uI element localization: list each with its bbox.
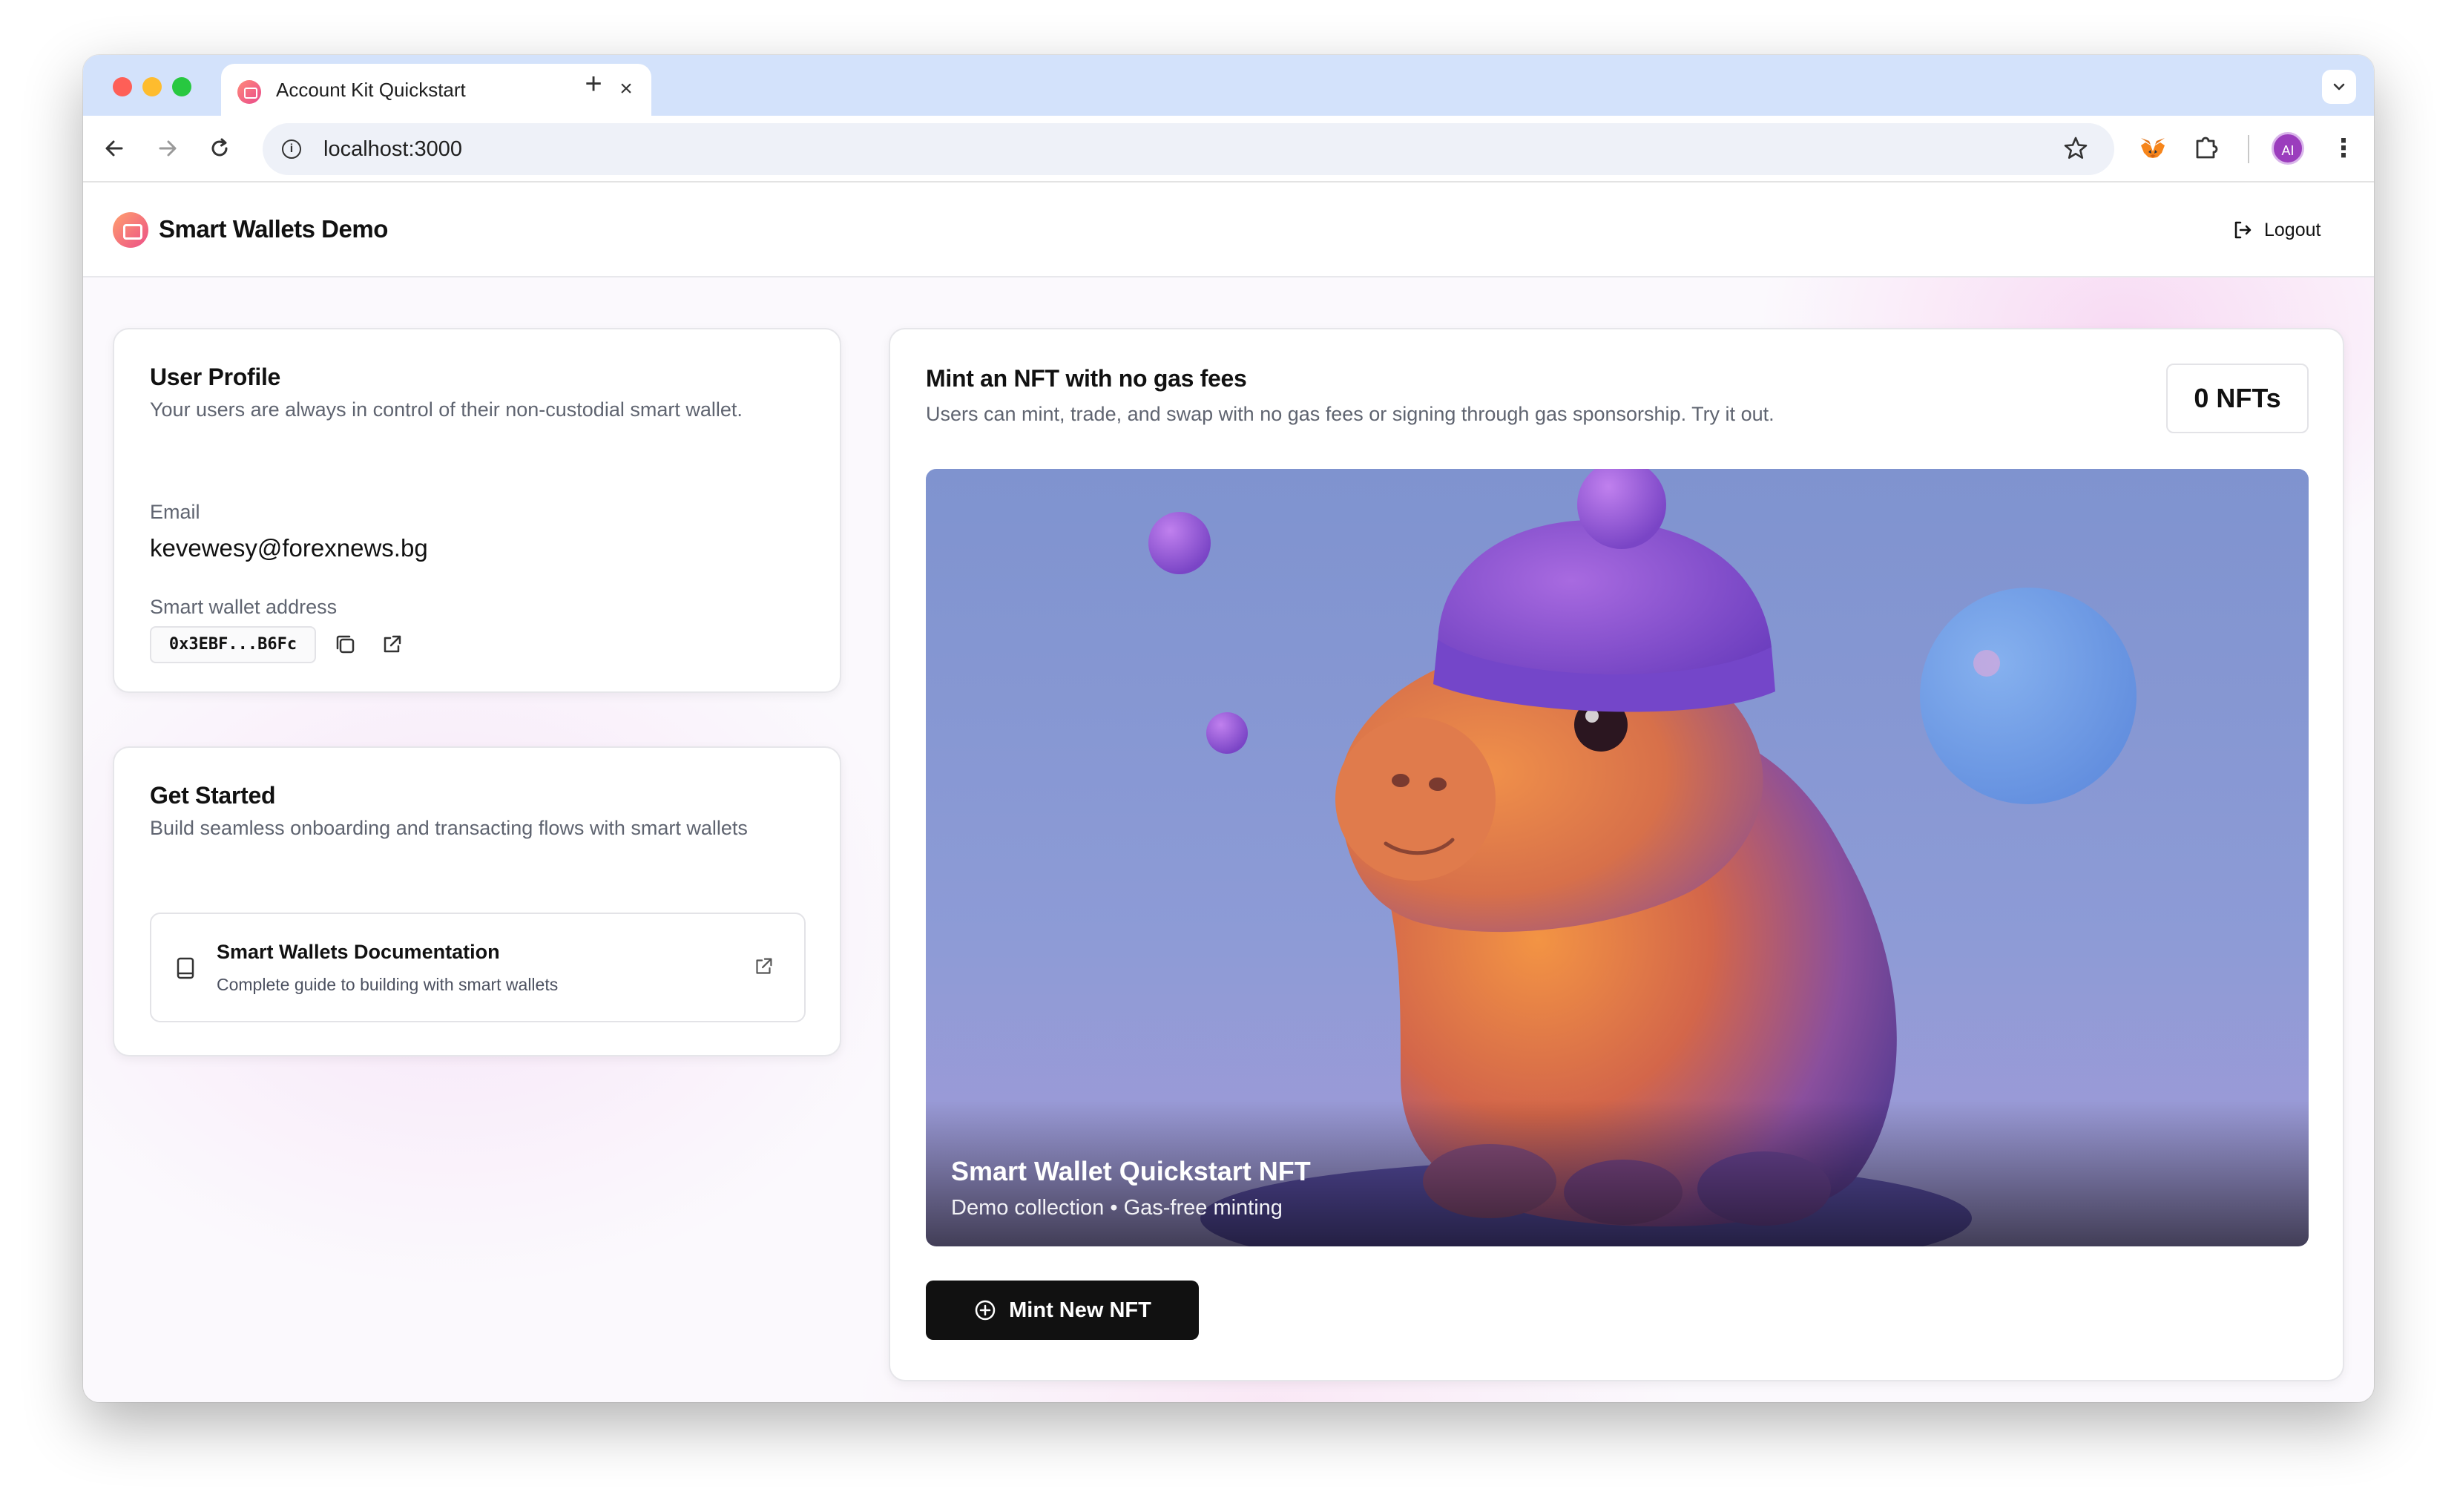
documentation-title: Smart Wallets Documentation <box>217 941 500 963</box>
external-link-icon <box>751 954 776 979</box>
forward-arrow-icon[interactable] <box>150 131 185 166</box>
browser-menu-icon[interactable]: ⋮ <box>2331 129 2356 168</box>
new-tab-icon[interactable]: + <box>579 69 608 99</box>
user-profile-card: User Profile Your users are always in co… <box>113 328 841 693</box>
mint-title: Mint an NFT with no gas fees <box>926 365 1247 392</box>
profile-title: User Profile <box>150 364 281 390</box>
documentation-subtitle: Complete guide to building with smart wa… <box>217 975 559 994</box>
logout-icon <box>2234 221 2252 239</box>
bookmark-star-icon[interactable] <box>2062 134 2089 168</box>
get-started-description: Build seamless onboarding and transactin… <box>150 817 748 839</box>
mint-nft-button[interactable]: Mint New NFT <box>926 1281 1199 1340</box>
address-bar[interactable]: i localhost:3000 <box>263 123 2114 175</box>
get-started-title: Get Started <box>150 782 276 809</box>
copy-icon[interactable] <box>332 631 359 658</box>
tab-strip: Account Kit Quickstart × + <box>83 55 2374 116</box>
nft-image: Smart Wallet Quickstart NFT Demo collect… <box>926 469 2309 1246</box>
nft-count-badge: 0 NFTs <box>2166 364 2309 433</box>
profile-description: Your users are always in control of thei… <box>150 398 743 421</box>
metamask-fox-icon[interactable] <box>2138 134 2168 163</box>
logout-label: Logout <box>2264 219 2321 240</box>
site-info-icon[interactable]: i <box>282 139 301 159</box>
logout-button[interactable]: Logout <box>2231 217 2320 243</box>
minimize-window-button[interactable] <box>142 77 162 96</box>
extensions-puzzle-icon[interactable] <box>2190 131 2223 163</box>
external-link-icon[interactable] <box>378 631 405 658</box>
nft-name: Smart Wallet Quickstart NFT <box>951 1156 1311 1186</box>
get-started-card: Get Started Build seamless onboarding an… <box>113 746 841 1056</box>
maximize-window-button[interactable] <box>172 77 191 96</box>
close-window-button[interactable] <box>113 77 132 96</box>
page-content: Smart Wallets Demo Logout User Profile Y… <box>83 183 2374 1402</box>
profile-avatar[interactable]: AI <box>2272 132 2304 165</box>
mint-button-label: Mint New NFT <box>1009 1298 1151 1322</box>
favicon-icon <box>237 80 261 104</box>
plus-circle-icon <box>975 1300 996 1321</box>
tab-title: Account Kit Quickstart <box>276 79 466 101</box>
capybara-nft-illustration <box>926 469 2309 1246</box>
tab-search-chevron-icon[interactable] <box>2322 70 2356 104</box>
wallet-address-label: Smart wallet address <box>150 596 338 618</box>
browser-toolbar: i localhost:3000 AI ⋮ <box>83 116 2374 183</box>
tab-close-icon[interactable]: × <box>613 76 639 102</box>
email-label: Email <box>150 501 200 523</box>
toolbar-divider <box>2248 135 2249 163</box>
mint-description: Users can mint, trade, and swap with no … <box>926 403 1774 425</box>
reload-icon[interactable] <box>202 131 237 166</box>
url-text[interactable]: localhost:3000 <box>323 137 462 162</box>
browser-window: Account Kit Quickstart × + i localhost:3… <box>83 55 2374 1402</box>
nft-meta: Demo collection • Gas-free minting <box>951 1196 1283 1220</box>
book-icon <box>174 956 197 981</box>
back-arrow-icon[interactable] <box>96 131 132 166</box>
app-brand: Smart Wallets Demo <box>159 215 388 243</box>
app-logo-icon <box>113 212 148 248</box>
email-value: kevewesy@forexnews.bg <box>150 534 428 562</box>
app-header: Smart Wallets Demo Logout <box>83 183 2374 277</box>
mint-nft-card: Mint an NFT with no gas fees Users can m… <box>889 328 2344 1381</box>
documentation-link[interactable]: Smart Wallets Documentation Complete gui… <box>150 913 806 1022</box>
wallet-address-chip: 0x3EBF...B6Fc <box>150 626 316 663</box>
